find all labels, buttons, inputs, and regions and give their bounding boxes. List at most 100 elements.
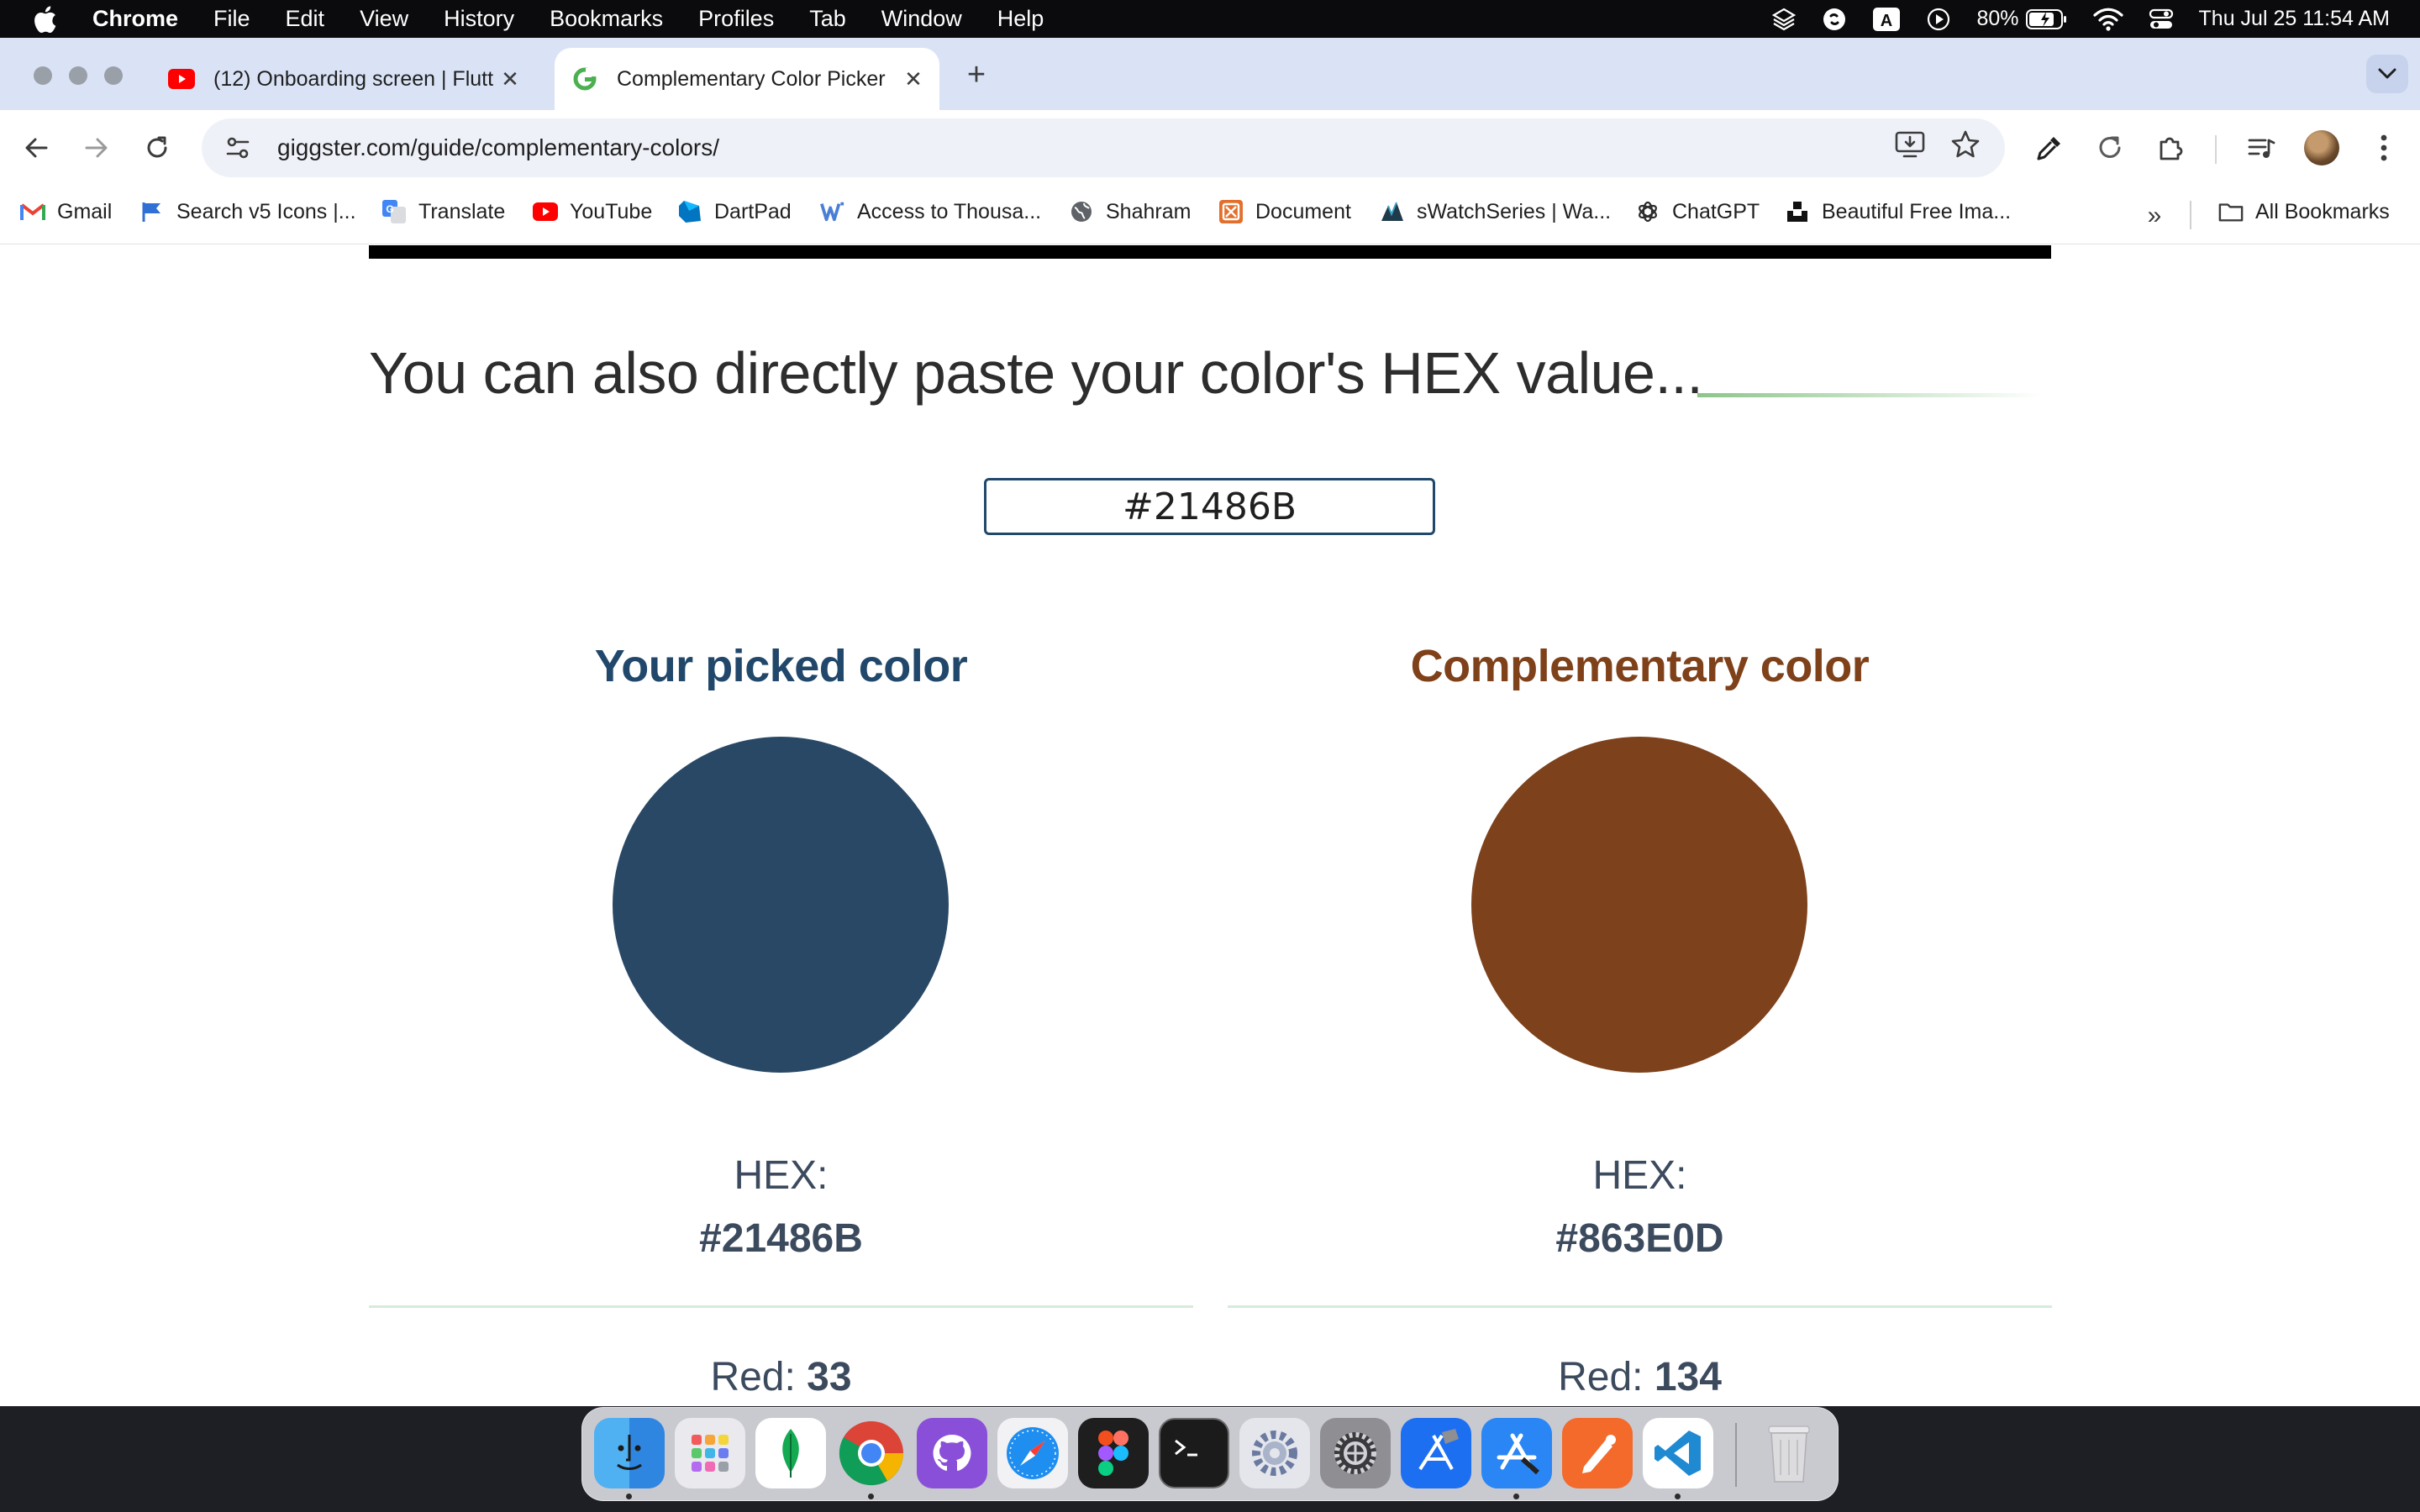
bookmark-gmail[interactable]: Gmail: [20, 199, 112, 224]
tab-search-button[interactable]: [2366, 55, 2408, 93]
picked-color-title: Your picked color: [594, 641, 968, 691]
menu-help[interactable]: Help: [997, 6, 1044, 32]
close-icon[interactable]: ✕: [898, 64, 929, 94]
apple-logo-icon[interactable]: [30, 5, 59, 34]
menu-app-name[interactable]: Chrome: [92, 6, 178, 32]
battery-icon[interactable]: [2025, 8, 2068, 30]
bookmark-label: Gmail: [57, 199, 113, 223]
bookmark-youtube[interactable]: YouTube: [533, 199, 652, 224]
menubar-clock[interactable]: Thu Jul 25 11:54 AM: [2199, 7, 2390, 31]
tab-complementary-color-picker[interactable]: Complementary Color Picker ✕: [555, 48, 939, 110]
safari-icon[interactable]: [997, 1418, 1068, 1488]
url-text[interactable]: giggster.com/guide/complementary-colors/: [277, 134, 719, 161]
menu-history[interactable]: History: [444, 6, 514, 32]
install-app-icon[interactable]: [1894, 129, 1926, 165]
browser-tab-strip: (12) Onboarding screen | Flutt ✕ Complem…: [0, 38, 2420, 110]
w-icon: [820, 199, 845, 224]
picked-divider: [369, 1305, 1193, 1308]
terminal-icon[interactable]: [1159, 1418, 1229, 1488]
control-center-icon[interactable]: [2149, 8, 2174, 31]
menu-view[interactable]: View: [360, 6, 408, 32]
window-minimize-button[interactable]: [69, 66, 87, 85]
bookmark-label: ChatGPT: [1672, 199, 1760, 223]
profile-avatar[interactable]: [2304, 130, 2339, 165]
media-play-icon[interactable]: [1926, 7, 1951, 32]
bookmark-access-to-thousands[interactable]: Access to Thousa...: [820, 199, 1041, 224]
menu-edit[interactable]: Edit: [286, 6, 325, 32]
finder-running-dot: [626, 1494, 632, 1499]
complementary-color-panel: Complementary color HEX: #863E0D Red: 13…: [1228, 245, 2052, 1406]
svg-text:G: G: [386, 203, 393, 215]
bookmarks-overflow-icon[interactable]: »: [2139, 201, 2170, 231]
launchpad-icon[interactable]: [675, 1418, 745, 1488]
bookmark-swatchseries[interactable]: sWatchSeries | Wa...: [1380, 199, 1611, 224]
menu-file[interactable]: File: [213, 6, 250, 32]
all-bookmarks-button[interactable]: All Bookmarks: [2218, 199, 2390, 224]
new-tab-button[interactable]: +: [960, 57, 993, 92]
browser-toolbar: giggster.com/guide/complementary-colors/: [0, 110, 2420, 186]
menu-profiles[interactable]: Profiles: [698, 6, 774, 32]
github-desktop-icon[interactable]: [917, 1418, 987, 1488]
forward-arrow-icon[interactable]: [77, 129, 116, 167]
vscode-icon[interactable]: [1643, 1418, 1713, 1488]
bookmark-document[interactable]: Document: [1218, 199, 1351, 224]
bookmark-label: All Bookmarks: [2255, 199, 2390, 223]
extensions-puzzle-icon[interactable]: [2151, 129, 2190, 167]
input-source-icon[interactable]: A: [1872, 7, 1901, 32]
trash-icon[interactable]: [1754, 1418, 1824, 1488]
bookmark-search-v5-icons[interactable]: Search v5 Icons |...: [139, 199, 356, 224]
menubar-status-area: A 80% Thu Jul 25 11:54 AM: [1771, 0, 2390, 38]
tab-onboarding-screen[interactable]: (12) Onboarding screen | Flutt ✕: [151, 48, 550, 110]
menu-bookmarks[interactable]: Bookmarks: [550, 6, 663, 32]
swatch-icon: [1380, 199, 1405, 224]
wifi-icon[interactable]: [2092, 8, 2123, 31]
figma-icon[interactable]: [1078, 1418, 1149, 1488]
folder-icon: [2218, 199, 2244, 224]
back-arrow-icon[interactable]: [17, 129, 55, 167]
complementary-hex-value: #863E0D: [1555, 1216, 1724, 1261]
paw-icon[interactable]: [1562, 1418, 1633, 1488]
menu-tab[interactable]: Tab: [809, 6, 846, 32]
window-zoom-button[interactable]: [104, 66, 123, 85]
bookmark-chatgpt[interactable]: ChatGPT: [1635, 199, 1760, 224]
tab-title: (12) Onboarding screen | Flutt: [213, 66, 494, 91]
bookmark-beautiful-free-images[interactable]: Beautiful Free Ima...: [1785, 199, 2011, 224]
picked-color-panel: Your picked color HEX: #21486B Red: 33: [369, 245, 1193, 1406]
more-menu-icon[interactable]: [2365, 129, 2403, 167]
mongodb-compass-icon[interactable]: [755, 1418, 826, 1488]
reload-icon[interactable]: [138, 129, 176, 167]
bookmark-label: DartPad: [714, 199, 792, 223]
app-store-connect-icon[interactable]: [1481, 1418, 1552, 1488]
bookmark-label: Translate: [418, 199, 506, 223]
complementary-red-value: 134: [1654, 1355, 1722, 1399]
bookmark-label: Beautiful Free Ima...: [1822, 199, 2012, 223]
dartpad-icon: [677, 199, 702, 224]
app-running-dot: [1513, 1494, 1519, 1499]
battery-percent: 80%: [1976, 7, 2019, 30]
sync-extension-icon[interactable]: [2091, 129, 2129, 167]
bookmark-dartpad[interactable]: DartPad: [677, 199, 792, 224]
window-close-button[interactable]: [34, 66, 52, 85]
system-preferences-alt-icon[interactable]: [1239, 1418, 1310, 1488]
red-label: Red:: [710, 1355, 808, 1399]
red-label: Red:: [1558, 1355, 1655, 1399]
system-settings-icon[interactable]: [1320, 1418, 1391, 1488]
layers-icon[interactable]: [1771, 7, 1797, 32]
address-bar[interactable]: giggster.com/guide/complementary-colors/: [202, 118, 2005, 177]
site-settings-icon[interactable]: [208, 118, 267, 177]
bookmark-star-icon[interactable]: [1949, 129, 1981, 165]
bookmark-label: sWatchSeries | Wa...: [1417, 199, 1612, 223]
xcode-icon[interactable]: [1401, 1418, 1471, 1488]
complementary-red-row: Red: 134: [1228, 1354, 2052, 1400]
chrome-icon[interactable]: [836, 1418, 907, 1488]
media-queue-icon[interactable]: [2242, 129, 2281, 167]
translate-icon: G: [381, 199, 407, 224]
bookmark-shahram[interactable]: Shahram: [1069, 199, 1191, 224]
finder-icon[interactable]: [594, 1418, 665, 1488]
flag-icon: [139, 199, 165, 224]
menu-window[interactable]: Window: [881, 6, 962, 32]
close-icon[interactable]: ✕: [495, 64, 525, 94]
eyedropper-extension-icon[interactable]: [2030, 129, 2069, 167]
shazam-icon[interactable]: [1822, 7, 1847, 32]
bookmark-translate[interactable]: G Translate: [381, 199, 505, 224]
